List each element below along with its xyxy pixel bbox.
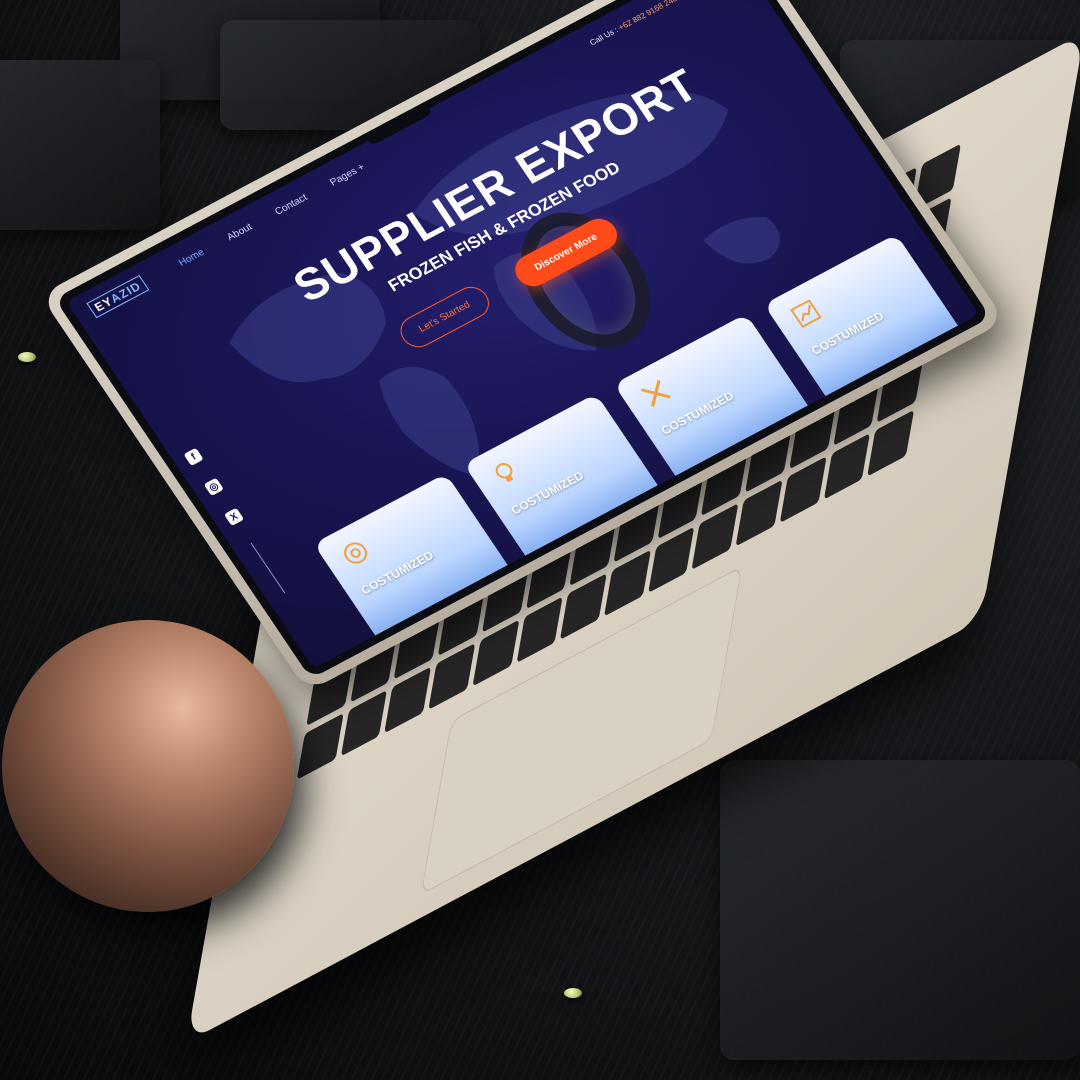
background-tile [0,60,160,230]
bulb-icon [495,463,514,483]
nav-item-home[interactable]: Home [177,247,207,269]
nav-item-about[interactable]: About [225,221,254,242]
nav-item-pages[interactable]: Pages + [328,161,367,188]
pin-decoration [564,988,582,998]
pin-decoration [18,352,36,362]
bronze-sphere [2,620,294,912]
call-us-label: Call Us : [588,25,620,48]
logo-rest: AZID [107,279,144,306]
chart-icon [790,299,822,328]
nav-item-contact[interactable]: Contact [273,192,310,217]
target-icon [344,542,368,564]
background-tile [720,760,1080,1060]
tools-icon [641,380,671,407]
